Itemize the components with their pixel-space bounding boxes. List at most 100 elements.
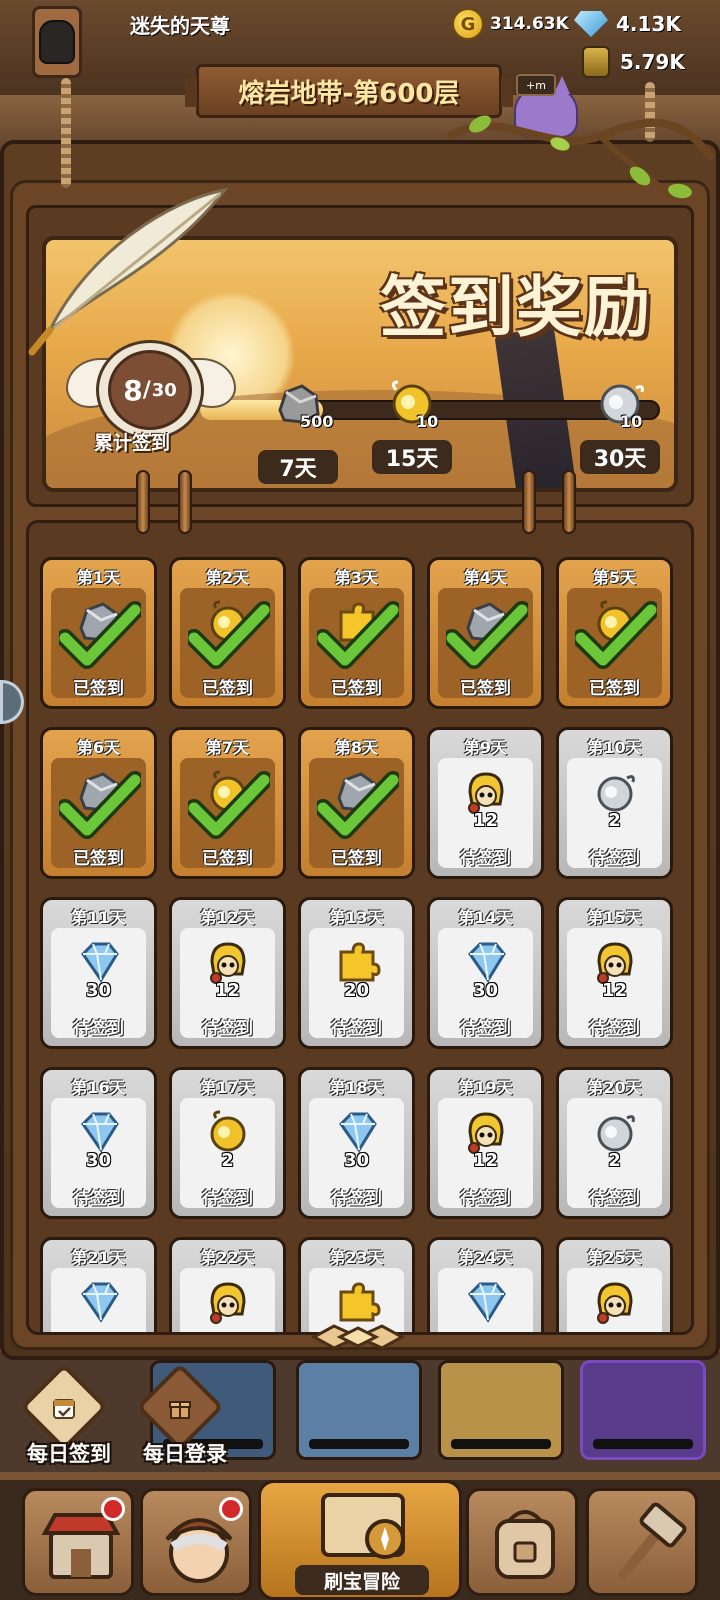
day-label: 第10天	[587, 738, 642, 757]
milestone-30[interactable]: 10 30天	[580, 370, 660, 474]
hero-token-icon	[591, 940, 639, 984]
nav-treasure-label: 刷宝冒险	[295, 1565, 429, 1595]
signin-count: 8	[123, 373, 143, 407]
hero-card[interactable]	[296, 1360, 422, 1460]
day-label: 第3天	[334, 568, 379, 587]
gift-icon	[169, 1401, 191, 1419]
day-cell[interactable]: 第4天 已签到	[427, 557, 544, 709]
day-label: 第19天	[458, 1078, 513, 1097]
hero-card[interactable]	[580, 1360, 706, 1460]
gem-icon	[574, 11, 608, 37]
day-cell[interactable]: 第3天 已签到	[298, 557, 415, 709]
nav-treasure-adventure[interactable]: 刷宝冒险	[258, 1480, 462, 1600]
reward-amount: 2	[608, 1150, 621, 1171]
day-status: 已签到	[73, 849, 124, 869]
day-label: 第11天	[71, 908, 126, 927]
day-cell[interactable]: 第10天 2 待签到	[556, 727, 673, 879]
day-label: 第4天	[463, 568, 508, 587]
day-status: 待签到	[460, 849, 511, 869]
day-label: 第1天	[76, 568, 121, 587]
day-cell[interactable]: 第7天 已签到	[169, 727, 286, 879]
gem-icon	[462, 940, 510, 984]
hero-token-icon	[462, 770, 510, 814]
day-cell[interactable]: 第23天	[298, 1237, 415, 1332]
gem-value: 4.13K	[616, 12, 681, 36]
puzzle-icon	[333, 1280, 381, 1324]
day-label: 第16天	[71, 1078, 126, 1097]
day-cell[interactable]: 第18天 30 待签到	[298, 1067, 415, 1219]
day-label: 第6天	[76, 738, 121, 757]
rope-decoration	[61, 78, 71, 188]
checkmark-icon	[314, 600, 402, 670]
day-cell[interactable]: 第20天 2 待签到	[556, 1067, 673, 1219]
expand-arrow-icon[interactable]	[310, 1322, 406, 1352]
coin-value: 314.63K	[490, 14, 569, 34]
medal-ring: 8/30	[96, 340, 204, 440]
milestone-7[interactable]: 500 7天	[258, 380, 338, 484]
day-cell[interactable]: 第16天 30 待签到	[40, 1067, 157, 1219]
day-cell[interactable]: 第1天已签到	[40, 557, 157, 709]
nav-hero[interactable]	[140, 1488, 252, 1596]
day-cell[interactable]: 第8天 已签到	[298, 727, 415, 879]
gem-counter[interactable]: 4.13K	[574, 6, 681, 42]
potion-counter[interactable]: 5.79K	[582, 44, 685, 80]
milestone-15[interactable]: 10 15天	[372, 370, 452, 474]
day-label: 第22天	[200, 1248, 255, 1267]
hammer-icon	[618, 1502, 687, 1580]
day-label: 第25天	[587, 1248, 642, 1267]
rope-decoration	[645, 82, 655, 142]
day-status: 待签到	[589, 1189, 640, 1209]
day-cell[interactable]: 第5天 已签到	[556, 557, 673, 709]
day-status: 待签到	[331, 1189, 382, 1209]
day-cell[interactable]: 第12天 12 待签到	[169, 897, 286, 1049]
day-cell[interactable]: 第14天 30 待签到	[427, 897, 544, 1049]
hero-token-icon	[204, 940, 252, 984]
day-cell[interactable]: 第24天	[427, 1237, 544, 1332]
day-cell[interactable]: 第2天 已签到	[169, 557, 286, 709]
checkmark-icon	[56, 600, 144, 670]
day-label: 第23天	[329, 1248, 384, 1267]
coin-counter[interactable]: G 314.63K	[452, 6, 569, 42]
milestone-day: 30天	[580, 440, 660, 474]
stage-title[interactable]: 熔岩地带-第600层	[185, 64, 513, 118]
day-cell[interactable]: 第13天 20 待签到	[298, 897, 415, 1049]
day-label: 第14天	[458, 908, 513, 927]
potion-value: 5.79K	[620, 50, 685, 74]
daily-login-button[interactable]: 每日登录	[134, 1363, 227, 1466]
milestone-qty: 10	[620, 412, 643, 431]
daily-signin-button[interactable]: 每日签到	[18, 1363, 111, 1466]
nav-bag[interactable]	[466, 1488, 578, 1596]
signin-caption: 累计签到	[94, 432, 171, 454]
day-cell[interactable]: 第25天	[556, 1237, 673, 1332]
nav-shop[interactable]	[22, 1488, 134, 1596]
milestone-day: 15天	[372, 440, 452, 474]
day-cell[interactable]: 第19天 12 待签到	[427, 1067, 544, 1219]
day-cell[interactable]: 第22天	[169, 1237, 286, 1332]
day-cell[interactable]: 第21天	[40, 1237, 157, 1332]
day-label: 第20天	[587, 1078, 642, 1097]
hero-hp-bar	[451, 1439, 551, 1449]
silver-scroll-icon	[591, 770, 639, 814]
nav-forge[interactable]	[586, 1488, 698, 1596]
day-status: 待签到	[589, 849, 640, 869]
day-status: 已签到	[331, 849, 382, 869]
day-cell[interactable]: 第9天 12 待签到	[427, 727, 544, 879]
reward-amount: 12	[472, 1150, 499, 1171]
day-cell[interactable]: 第15天 12 待签到	[556, 897, 673, 1049]
day-status: 已签到	[202, 679, 253, 699]
notification-dot	[219, 1497, 243, 1521]
day-cell[interactable]: 第6天已签到	[40, 727, 157, 879]
reward-amount: 12	[472, 810, 499, 831]
day-status: 已签到	[73, 679, 124, 699]
hero-token-icon	[591, 1280, 639, 1324]
hero-hp-bar	[593, 1439, 693, 1449]
hero-card[interactable]	[438, 1360, 564, 1460]
gold-scroll-icon	[204, 1110, 252, 1154]
day-cell[interactable]: 第17天 2 待签到	[169, 1067, 286, 1219]
player-name: 迷失的天尊	[130, 14, 230, 38]
day-cell[interactable]: 第11天 30 待签到	[40, 897, 157, 1049]
day-label: 第24天	[458, 1248, 513, 1267]
player-avatar[interactable]	[32, 6, 82, 78]
ring-clip	[178, 470, 192, 534]
day-label: 第12天	[200, 908, 255, 927]
